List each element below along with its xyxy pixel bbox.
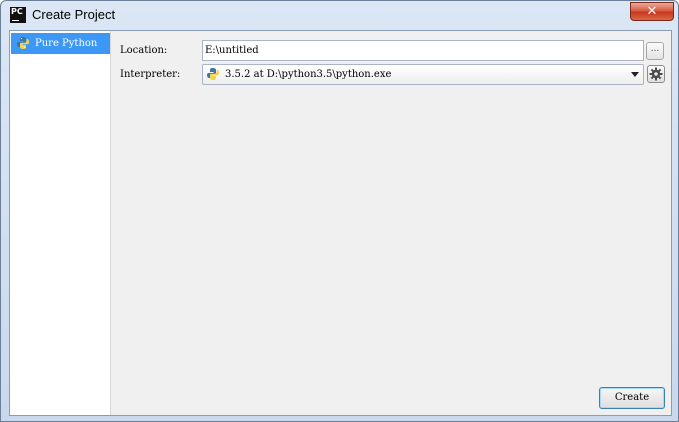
interpreter-dropdown[interactable]: 3.5.2 at D:\python3.5\python.exe bbox=[202, 64, 644, 85]
project-type-list: Pure Python bbox=[10, 31, 111, 415]
pycharm-app-icon: PC bbox=[10, 7, 26, 23]
browse-button[interactable]: ... bbox=[646, 42, 664, 60]
dialog-content: Pure Python Location: E:\untitled ... In… bbox=[9, 30, 672, 416]
title-bar[interactable]: PC Create Project ✕ bbox=[1, 1, 678, 30]
sidebar-item-pure-python[interactable]: Pure Python bbox=[11, 33, 110, 54]
interpreter-value: 3.5.2 at D:\python3.5\python.exe bbox=[225, 69, 392, 80]
interpreter-label: Interpreter: bbox=[120, 69, 181, 80]
chevron-down-icon[interactable] bbox=[631, 72, 639, 77]
interpreter-settings-button[interactable] bbox=[647, 65, 665, 83]
close-icon: ✕ bbox=[646, 4, 658, 19]
python-icon bbox=[207, 68, 219, 80]
close-button[interactable]: ✕ bbox=[630, 2, 674, 21]
gear-icon bbox=[649, 67, 663, 81]
window-title: Create Project bbox=[32, 7, 116, 22]
sidebar-item-label: Pure Python bbox=[35, 38, 98, 49]
create-button[interactable]: Create bbox=[599, 387, 665, 409]
python-icon bbox=[17, 37, 29, 49]
create-project-dialog: PC Create Project ✕ Pure Python Location… bbox=[0, 0, 679, 422]
location-input[interactable]: E:\untitled bbox=[202, 40, 644, 61]
location-label: Location: bbox=[120, 45, 168, 56]
